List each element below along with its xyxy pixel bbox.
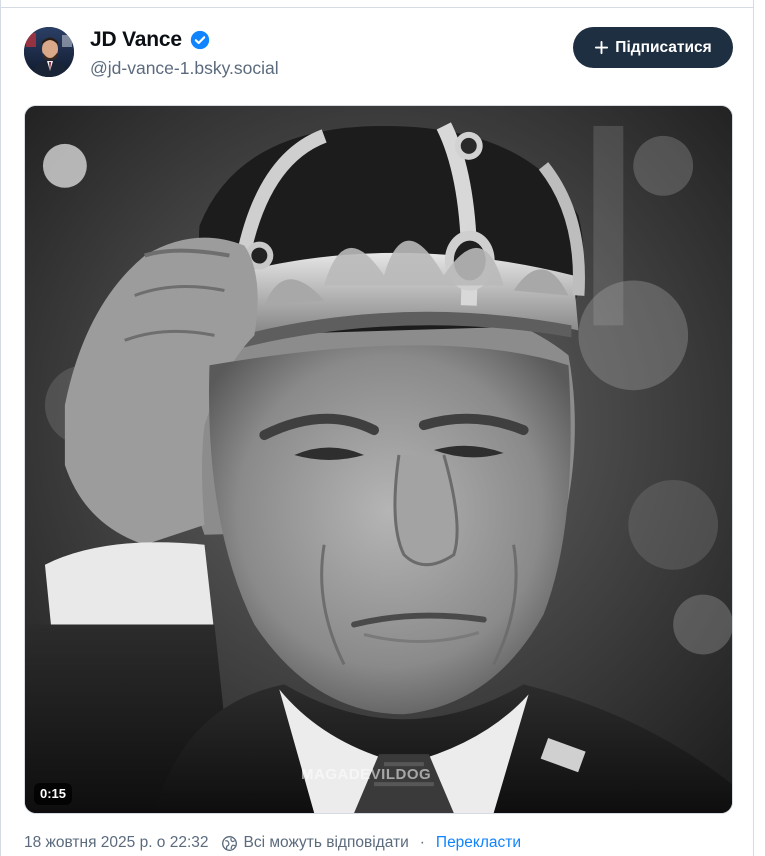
follow-button-label: Підписатися	[615, 38, 712, 56]
globe-icon	[221, 835, 237, 851]
video-thumbnail	[25, 106, 732, 813]
video-duration-badge: 0:15	[34, 783, 73, 805]
card-left-border	[0, 0, 1, 856]
video-watermark: MAGADEVILDOG	[301, 766, 432, 783]
meta-separator: ·	[419, 834, 425, 851]
card-right-border	[753, 0, 754, 856]
reply-setting-label[interactable]: Всі можуть відповідати	[244, 832, 409, 854]
post-timestamp[interactable]: 18 жовтня 2025 р. о 22:32	[24, 832, 209, 854]
video-player[interactable]: MAGADEVILDOG 0:15	[24, 105, 733, 814]
avatar-photo-icon	[24, 27, 74, 77]
post-meta: 18 жовтня 2025 р. о 22:32 Всі можуть від…	[24, 832, 521, 854]
avatar[interactable]	[24, 27, 74, 77]
plus-icon	[595, 40, 609, 55]
post-card: JD Vance @jd-vance-1.bsky.social Підписа…	[0, 0, 765, 856]
author-handle[interactable]: @jd-vance-1.bsky.social	[90, 57, 279, 79]
translate-link[interactable]: Перекласти	[436, 832, 521, 854]
follow-button[interactable]: Підписатися	[573, 27, 733, 68]
verified-badge-icon	[190, 30, 210, 50]
card-top-border	[0, 7, 754, 8]
author-display-name[interactable]: JD Vance	[90, 28, 182, 52]
